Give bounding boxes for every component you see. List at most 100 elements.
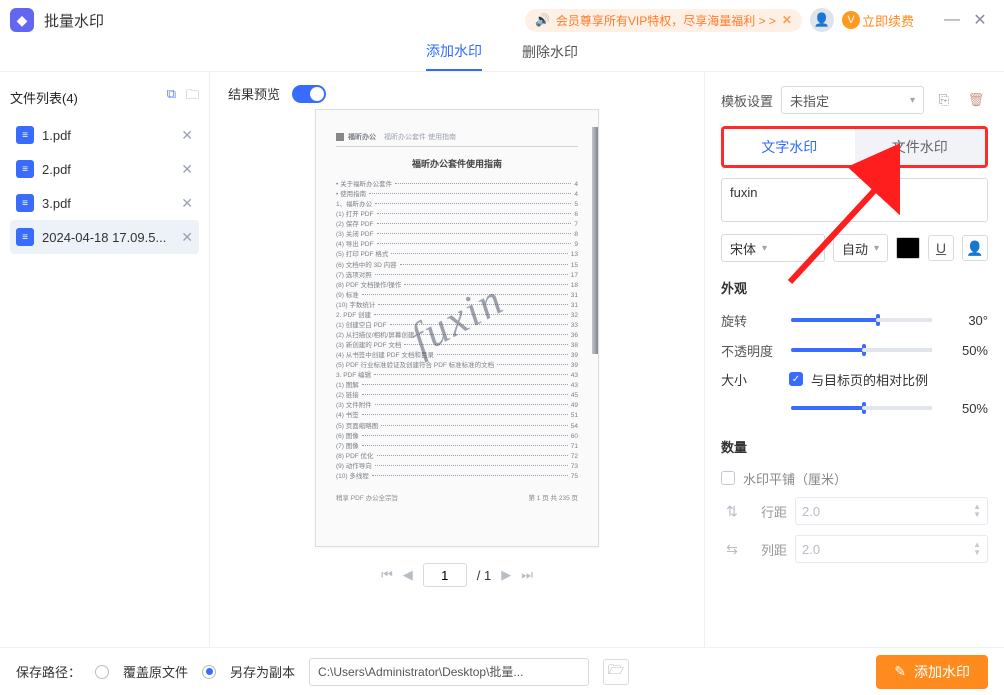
file-item[interactable]: ≡ 3.pdf✕ — [10, 186, 199, 220]
row-spacing-label: 行距 — [751, 502, 787, 521]
col-spacing-label: 列距 — [751, 540, 787, 559]
fontsize-select[interactable]: 自动▾ — [833, 234, 888, 262]
scale-relative-checkbox[interactable]: ✓ — [789, 372, 803, 386]
chevron-down-icon: ▾ — [910, 95, 915, 106]
file-sidebar: 文件列表(4) ⧉ 🗀 ≡1.pdf✕≡2.pdf✕≡3.pdf✕≡2024-0… — [0, 72, 210, 647]
toc-row: 3. PDF 编辑43 — [336, 371, 578, 381]
template-label: 模板设置 — [721, 91, 773, 110]
radio-overwrite-label: 覆盖原文件 — [123, 662, 188, 681]
toc-row: (8) PDF 优化72 — [336, 452, 578, 462]
file-name: 1.pdf — [42, 128, 181, 143]
pdf-icon: ≡ — [16, 228, 34, 246]
tab-add-watermark[interactable]: 添加水印 — [426, 41, 482, 71]
tab-file-watermark[interactable]: 文件水印 — [855, 129, 986, 165]
preview-heading: 结果预览 — [228, 84, 280, 103]
pager-page-input[interactable] — [423, 563, 467, 587]
save-path-label: 保存路径： — [16, 662, 81, 681]
scale-slider[interactable] — [791, 406, 932, 410]
tile-checkbox[interactable] — [721, 471, 735, 485]
tab-text-watermark[interactable]: 文字水印 — [724, 129, 855, 165]
toc-row: 2. PDF 创建32 — [336, 311, 578, 321]
file-name: 3.pdf — [42, 196, 181, 211]
toc-row: (3) 文件附件49 — [336, 401, 578, 411]
file-item[interactable]: ≡ 2024-04-18 17.09.5...✕ — [10, 220, 199, 254]
underline-icon[interactable]: U — [928, 235, 954, 261]
template-save-icon[interactable]: ⎘ — [932, 88, 956, 112]
file-remove-icon[interactable]: ✕ — [181, 127, 193, 144]
toc-row: (3) 新创建的 PDF 文档38 — [336, 341, 578, 351]
bottom-bar: 保存路径： 覆盖原文件 另存为副本 C:\Users\Administrator… — [0, 647, 1004, 695]
toc-row: (10) 多线程75 — [336, 472, 578, 482]
save-path-input[interactable]: C:\Users\Administrator\Desktop\批量... — [309, 658, 589, 686]
rotate-slider[interactable] — [791, 318, 932, 322]
watermark-text-input[interactable]: fuxin — [721, 178, 988, 222]
pager-next-icon[interactable]: ▶ — [501, 567, 511, 583]
col-spacing-icon: ⇆ — [721, 541, 743, 558]
toc-row: 1、福昕办公5 — [336, 200, 578, 210]
renew-link[interactable]: 立即续费 — [862, 11, 914, 30]
add-folder-icon[interactable]: 🗀 — [186, 86, 199, 108]
toc-row: (1) 打开 PDF6 — [336, 210, 578, 220]
browse-folder-icon[interactable]: 🗁 — [603, 659, 629, 685]
file-item[interactable]: ≡1.pdf✕ — [10, 118, 199, 152]
col-spacing-input[interactable]: 2.0 ▲▼ — [795, 535, 988, 563]
font-select[interactable]: 宋体▾ — [721, 234, 825, 262]
file-remove-icon[interactable]: ✕ — [181, 161, 193, 178]
pager: ⏮ ◀ / 1 ▶ ⏭ — [228, 563, 686, 587]
toc-row: (8) PDF 文档操作/操作18 — [336, 281, 578, 291]
color-swatch[interactable] — [896, 237, 920, 259]
toc-row: (4) 从书签中创建 PDF 文档和目录39 — [336, 351, 578, 361]
file-item[interactable]: ≡2.pdf✕ — [10, 152, 199, 186]
row-spacing-input[interactable]: 2.0 ▲▼ — [795, 497, 988, 525]
file-remove-icon[interactable]: ✕ — [181, 195, 193, 212]
radio-save-copy[interactable] — [202, 665, 216, 679]
pager-prev-icon[interactable]: ◀ — [403, 567, 413, 583]
file-name: 2024-04-18 17.09.5... — [42, 230, 181, 245]
toc-row: (4) 书签51 — [336, 411, 578, 421]
row-spacing-value: 2.0 — [802, 504, 820, 519]
template-value: 未指定 — [790, 91, 829, 110]
add-watermark-button[interactable]: ✎ 添加水印 — [876, 655, 988, 689]
tile-label: 水印平铺（厘米） — [743, 469, 847, 488]
template-select[interactable]: 未指定 ▾ — [781, 86, 924, 114]
pdf-icon: ≡ — [16, 194, 34, 212]
add-file-icon[interactable]: ⧉ — [167, 86, 176, 108]
rotate-label: 旋转 — [721, 311, 781, 330]
toc-row: (2) 保存 PDF7 — [336, 220, 578, 230]
toc-row: (10) 字数统计31 — [336, 301, 578, 311]
window-close[interactable]: ✕ — [966, 10, 994, 30]
page-edge-shadow — [592, 127, 598, 354]
vip-text: 会员尊享所有VIP特权，尽享海量福利 > > — [556, 12, 776, 29]
user-avatar[interactable]: 👤 — [810, 8, 834, 32]
toc-row: • 关于福昕办公套件4 — [336, 180, 578, 190]
user-variable-icon[interactable]: 👤 — [962, 235, 988, 261]
radio-overwrite[interactable] — [95, 665, 109, 679]
doc-title: 福昕办公套件使用指南 — [336, 157, 578, 170]
scale-relative-label: 与目标页的相对比例 — [811, 370, 928, 389]
file-list-heading: 文件列表(4) — [10, 88, 78, 107]
template-delete-icon[interactable]: 🗑 — [964, 88, 988, 112]
vip-banner[interactable]: 🔊 会员尊享所有VIP特权，尽享海量福利 > > ✕ — [525, 9, 802, 32]
pager-total: / 1 — [477, 568, 491, 583]
settings-panel: 模板设置 未指定 ▾ ⎘ 🗑 文字水印 文件水印 fuxin 宋体▾ 自动▾ U… — [704, 72, 1004, 647]
count-title: 数量 — [721, 437, 988, 456]
radio-save-copy-label: 另存为副本 — [230, 662, 295, 681]
stamp-icon: ✎ — [894, 663, 906, 680]
pager-last-icon[interactable]: ⏭ — [521, 567, 533, 583]
toc-row: (6) 文档中的 3D 内容15 — [336, 261, 578, 271]
toc-row: (2) 链接45 — [336, 391, 578, 401]
opacity-slider[interactable] — [791, 348, 932, 352]
tab-remove-watermark[interactable]: 删除水印 — [522, 42, 578, 70]
preview-toggle[interactable] — [292, 85, 326, 103]
pager-first-icon[interactable]: ⏮ — [381, 567, 393, 583]
app-title: 批量水印 — [44, 10, 104, 31]
appearance-title: 外观 — [721, 278, 988, 297]
scale-value: 50% — [942, 401, 988, 416]
toc-row: (5) 打印 PDF 格式13 — [336, 250, 578, 260]
toc-row: (6) 图像60 — [336, 432, 578, 442]
col-spacing-value: 2.0 — [802, 542, 820, 557]
toc-row: (4) 导出 PDF9 — [336, 240, 578, 250]
vip-close-icon[interactable]: ✕ — [782, 13, 792, 27]
window-minimize[interactable]: — — [938, 11, 966, 29]
file-remove-icon[interactable]: ✕ — [181, 229, 193, 246]
